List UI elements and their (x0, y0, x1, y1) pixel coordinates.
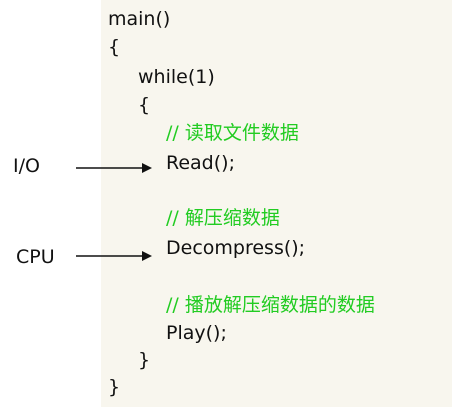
decompress-call: Decompress(); (166, 237, 306, 259)
read-call: Read(); (166, 152, 235, 174)
play-call: Play(); (166, 322, 227, 344)
io-arrow (76, 163, 152, 173)
main-function-line: main() (108, 8, 171, 30)
while-close-brace: } (138, 349, 151, 371)
while-loop-line: while(1) (138, 66, 215, 88)
decompress-comment: // 解压缩数据 (166, 207, 280, 229)
play-comment: // 播放解压缩数据的数据 (166, 294, 375, 316)
while-open-brace: { (138, 94, 151, 116)
cpu-label: CPU (16, 246, 55, 268)
main-open-brace: { (108, 36, 121, 58)
read-comment: // 读取文件数据 (166, 122, 299, 144)
main-close-brace: } (108, 376, 121, 398)
code-panel (101, 0, 452, 407)
cpu-arrow (76, 251, 152, 261)
io-label: I/O (13, 155, 40, 177)
